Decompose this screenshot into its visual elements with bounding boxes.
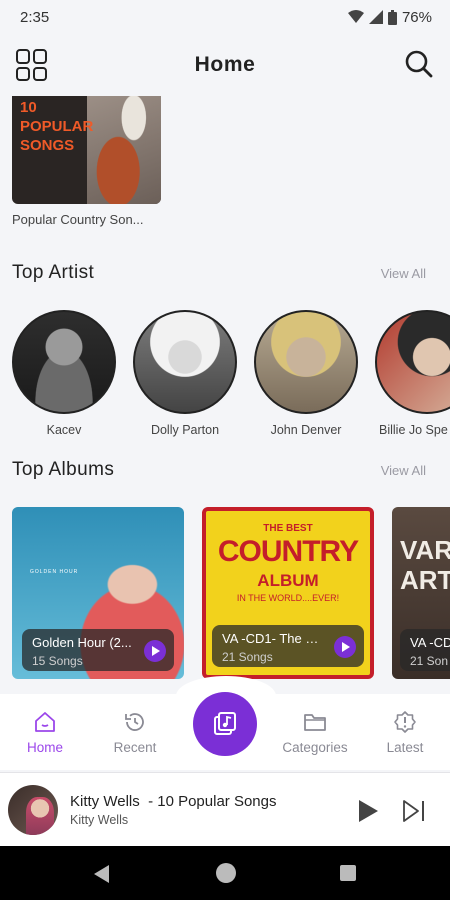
view-all-albums-link[interactable]: View All: [381, 463, 426, 478]
nav-label: Recent: [113, 740, 157, 755]
music-library-button[interactable]: [193, 692, 257, 756]
album-song-count: 21 Songs: [222, 650, 273, 664]
recent-apps-icon[interactable]: [340, 865, 356, 881]
top-artist-header: Top Artist View All: [12, 262, 426, 284]
artist-name: John Denver: [270, 423, 342, 437]
system-navigation-bar: [0, 846, 450, 900]
nav-latest[interactable]: Latest: [360, 710, 450, 755]
album-cover-main: VAR ART: [400, 535, 450, 595]
album-info: VA -CD1- The B... 21 Songs: [212, 625, 364, 667]
album-name: Golden Hour (2...: [32, 635, 132, 650]
album-info: Golden Hour (2... 15 Songs: [22, 629, 174, 671]
playlist-cover: 10 POPULAR SONGS: [12, 96, 161, 204]
artist-item[interactable]: Kacev: [12, 310, 116, 437]
album-play-button[interactable]: [334, 636, 356, 658]
history-icon: [125, 713, 144, 731]
artist-item[interactable]: Dolly Parton: [133, 310, 237, 437]
search-icon[interactable]: [404, 49, 434, 79]
album-song-count: 15 Songs: [32, 654, 83, 668]
bottom-navigation: Home Recent Categories Latest: [0, 676, 450, 770]
album-song-count: 21 Son: [410, 654, 449, 668]
album-card[interactable]: VAR ART VA -CD 21 Son: [392, 507, 450, 679]
wifi-icon: [347, 10, 364, 23]
album-cover-main: COUNTRY: [217, 535, 359, 568]
album-card[interactable]: THE BEST COUNTRY ALBUM IN THE WORLD....E…: [202, 507, 374, 679]
music-note-icon: [214, 712, 236, 735]
folder-icon: [304, 714, 326, 731]
featured-playlist-card[interactable]: 10 POPULAR SONGS Popular Country Son...: [12, 96, 161, 227]
nav-categories[interactable]: Categories: [270, 710, 360, 755]
grid-cell-icon: [16, 49, 30, 64]
album-name: VA -CD1- The B...: [222, 631, 322, 646]
artist-name: Dolly Parton: [150, 423, 220, 437]
skip-next-icon[interactable]: [401, 798, 427, 824]
now-playing-artist: Kitty Wells: [70, 813, 129, 827]
artist-name: Kacev: [46, 423, 82, 437]
album-cover-tag: IN THE WORLD....EVER!: [236, 593, 340, 603]
section-title: Top Albums: [12, 459, 115, 480]
playlist-caption: Popular Country Son...: [12, 212, 144, 227]
avatar: [133, 310, 237, 414]
view-all-artists-link[interactable]: View All: [381, 266, 426, 281]
app-header: Home: [0, 34, 450, 96]
avatar: [375, 310, 450, 414]
artist-list: Kacev Dolly Parton John Denver Billie Jo…: [12, 310, 450, 438]
battery-level: 76%: [401, 8, 432, 26]
top-albums-header: Top Albums View All: [12, 459, 426, 481]
artist-name: Billie Jo Spe: [379, 423, 448, 437]
album-name: VA -CD: [410, 635, 450, 650]
home-icon: [35, 712, 55, 732]
status-bar: 2:35 76%: [0, 0, 450, 34]
grid-cell-icon: [33, 49, 47, 64]
signal-icon: [368, 10, 383, 24]
status-time: 2:35: [20, 8, 50, 26]
artist-item[interactable]: John Denver: [254, 310, 358, 437]
album-cover-text: GOLDEN HOUR: [30, 569, 79, 575]
now-playing-cover: [8, 785, 58, 835]
avatar: [12, 310, 116, 414]
artist-item[interactable]: Billie Jo Spe: [375, 310, 450, 437]
play-icon[interactable]: [356, 798, 380, 824]
grid-cell-icon: [16, 66, 30, 81]
nav-label: Home: [26, 740, 63, 755]
album-card[interactable]: GOLDEN HOUR Golden Hour (2... 15 Songs: [12, 507, 184, 679]
avatar: [254, 310, 358, 414]
nav-label: Categories: [282, 740, 348, 755]
nav-label: Latest: [386, 740, 424, 755]
menu-grid-button[interactable]: [16, 49, 48, 81]
section-title: Top Artist: [12, 262, 95, 283]
battery-icon: [387, 9, 397, 25]
grid-cell-icon: [33, 66, 47, 81]
album-list: GOLDEN HOUR Golden Hour (2... 15 Songs T…: [12, 507, 450, 679]
page-title: Home: [194, 53, 256, 76]
now-playing-bar[interactable]: Kitty Wells - 10 Popular Songs Kitty Wel…: [0, 772, 450, 846]
album-cover-top: THE BEST: [263, 523, 313, 534]
album-cover-sub: ALBUM: [257, 571, 319, 590]
back-icon[interactable]: [94, 865, 109, 883]
nav-recent[interactable]: Recent: [90, 710, 180, 755]
now-playing-cover-art: [26, 797, 54, 835]
playlist-cover-title: 10 POPULAR SONGS: [20, 99, 94, 154]
nav-home[interactable]: Home: [0, 710, 90, 755]
now-playing-title: Kitty Wells - 10 Popular Songs: [70, 793, 277, 810]
album-play-button[interactable]: [144, 640, 166, 662]
home-circle-icon[interactable]: [216, 863, 236, 883]
new-badge-icon: [394, 711, 416, 733]
status-icons: 76%: [347, 8, 432, 26]
album-info: VA -CD 21 Son: [400, 629, 450, 671]
